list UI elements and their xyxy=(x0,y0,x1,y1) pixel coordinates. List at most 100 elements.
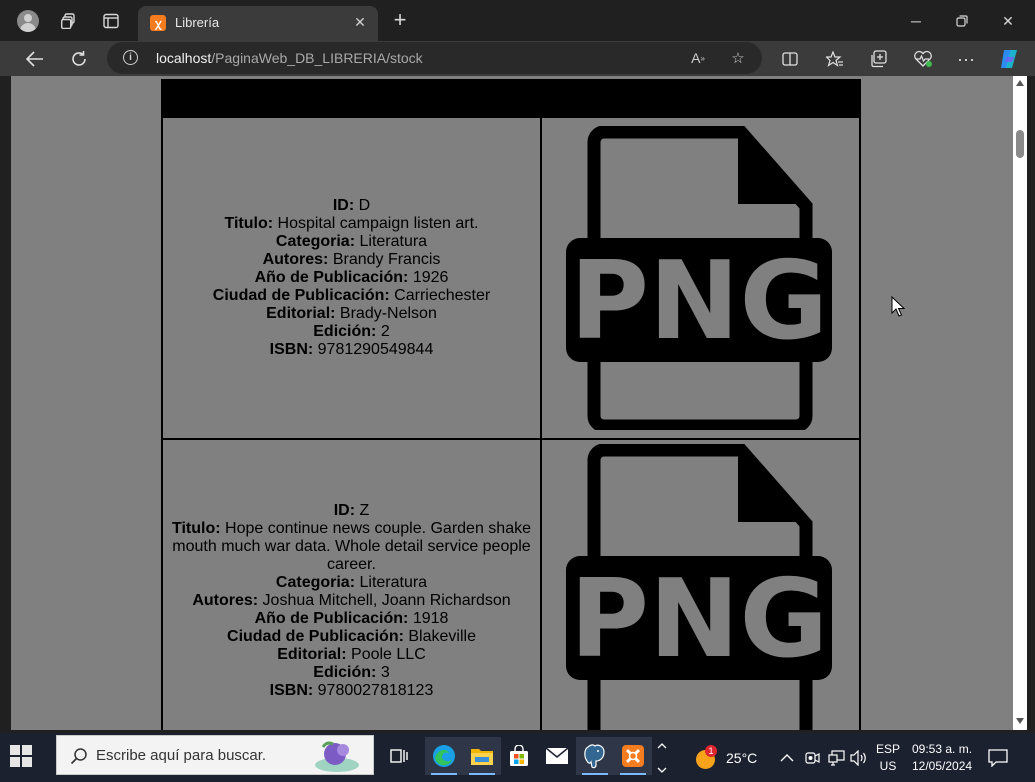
weather-badge: 1 xyxy=(705,744,717,757)
book-id: Z xyxy=(359,502,370,519)
book-city: Carriechester xyxy=(394,287,491,304)
mail-icon[interactable] xyxy=(538,737,576,775)
scroll-down-icon[interactable] xyxy=(1016,718,1024,724)
volume-icon[interactable] xyxy=(850,733,868,782)
show-hidden-icons-icon[interactable] xyxy=(780,733,794,782)
book-image-cell: PNG xyxy=(542,440,859,730)
xampp-favicon-icon: ꭓ xyxy=(150,15,166,31)
favorites-icon[interactable] xyxy=(820,45,850,73)
scrollbar-thumb[interactable] xyxy=(1016,130,1024,158)
xampp-taskbar-icon[interactable] xyxy=(614,737,652,775)
label-categoria: Categoria: xyxy=(275,233,356,250)
postgresql-icon[interactable] xyxy=(576,737,614,775)
label-isbn: ISBN: xyxy=(269,341,314,358)
label-id: ID: xyxy=(332,197,355,214)
label-ciudad: Ciudad de Publicación: xyxy=(227,628,404,645)
browser-essentials-icon[interactable] xyxy=(908,45,938,73)
label-editorial: Editorial: xyxy=(277,646,347,663)
book-image-cell: PNG xyxy=(542,118,859,438)
book-category: Literatura xyxy=(359,233,428,250)
svg-text:PNG: PNG xyxy=(569,557,827,682)
book-isbn: 9781290549844 xyxy=(317,341,434,358)
search-placeholder: Escribe aquí para buscar. xyxy=(96,747,267,764)
edge-taskbar-icon[interactable] xyxy=(425,737,463,775)
minimize-icon[interactable]: ─ xyxy=(893,8,939,34)
weather-widget[interactable]: 1 25°C xyxy=(695,733,757,782)
input-language[interactable]: ESP US xyxy=(876,733,900,782)
refresh-icon[interactable] xyxy=(64,45,94,73)
new-tab-icon[interactable]: + xyxy=(388,9,412,33)
clock[interactable]: 09:53 a. m. 12/05/2024 xyxy=(912,733,972,782)
tab-actions-icon[interactable] xyxy=(98,8,124,34)
book-year: 1918 xyxy=(412,610,449,627)
svg-text:PNG: PNG xyxy=(569,239,827,364)
table-row: ID: D Titulo: Hospital campaign listen a… xyxy=(161,118,861,440)
book-id: D xyxy=(358,197,371,214)
book-city: Blakeville xyxy=(408,628,476,645)
label-titulo: Titulo: xyxy=(171,520,221,537)
close-window-icon[interactable]: ✕ xyxy=(985,8,1031,34)
tab-title: Librería xyxy=(175,15,220,30)
search-highlight-icon xyxy=(315,741,359,772)
book-category: Literatura xyxy=(359,574,428,591)
collections-icon[interactable] xyxy=(864,45,894,73)
vertical-scrollbar[interactable] xyxy=(1013,76,1027,730)
label-categoria: Categoria: xyxy=(275,574,356,591)
book-title: Hospital campaign listen art. xyxy=(277,215,479,232)
tab-close-icon[interactable]: ✕ xyxy=(350,12,370,32)
label-edicion: Edición: xyxy=(313,664,377,681)
book-publisher: Poole LLC xyxy=(351,646,426,663)
address-bar[interactable]: i localhost/PaginaWeb_DB_LIBRERIA/stock … xyxy=(107,42,762,74)
start-windows-icon[interactable] xyxy=(10,745,32,767)
clock-time: 09:53 a. m. xyxy=(912,741,973,756)
label-editorial: Editorial: xyxy=(266,305,336,322)
label-anio: Año de Publicación: xyxy=(254,269,409,286)
book-publisher: Brady-Nelson xyxy=(339,305,437,322)
browser-navbar: i localhost/PaginaWeb_DB_LIBRERIA/stock … xyxy=(0,41,1035,76)
back-icon[interactable] xyxy=(20,45,50,73)
book-edition: 3 xyxy=(380,664,390,681)
favorite-star-icon[interactable]: ☆ xyxy=(727,48,749,68)
restore-icon[interactable] xyxy=(939,8,985,34)
search-icon xyxy=(69,746,89,766)
microsoft-store-icon[interactable] xyxy=(500,737,538,775)
label-isbn: ISBN: xyxy=(269,682,314,699)
png-file-icon: PNG xyxy=(565,444,832,730)
book-isbn: 9780027818123 xyxy=(317,682,434,699)
clock-date: 12/05/2024 xyxy=(912,758,973,773)
profile-avatar[interactable] xyxy=(17,10,39,32)
taskbar-search-box[interactable]: Escribe aquí para buscar. xyxy=(56,735,374,775)
scroll-up-icon[interactable] xyxy=(1016,80,1024,86)
lang-bottom: US xyxy=(879,758,897,773)
page-viewport: ID: D Titulo: Hospital campaign listen a… xyxy=(11,76,1013,730)
network-icon[interactable] xyxy=(828,733,846,782)
browser-titlebar: ꭓ Librería ✕ + ─ ✕ xyxy=(0,0,1035,41)
mouse-cursor-icon xyxy=(891,296,905,317)
task-view-icon[interactable] xyxy=(380,737,418,775)
book-title: Hope continue news couple. Garden shake … xyxy=(172,520,531,573)
site-info-icon[interactable]: i xyxy=(123,50,138,65)
book-edition: 2 xyxy=(380,323,390,340)
label-autores: Autores: xyxy=(192,592,259,609)
taskbar-scroll[interactable] xyxy=(656,733,668,782)
file-explorer-icon[interactable] xyxy=(463,737,501,775)
stock-table: ID: D Titulo: Hospital campaign listen a… xyxy=(161,79,861,730)
table-row: ID: Z Titulo: Hope continue news couple.… xyxy=(161,440,861,730)
workspaces-icon[interactable] xyxy=(56,8,82,34)
copilot-icon[interactable] xyxy=(994,45,1024,73)
lang-top: ESP xyxy=(876,741,901,756)
table-header xyxy=(161,79,861,118)
label-autores: Autores: xyxy=(262,251,329,268)
weather-sun-icon: 1 xyxy=(695,744,717,769)
meet-now-icon[interactable] xyxy=(804,733,820,782)
notifications-icon[interactable] xyxy=(988,733,1008,782)
browser-tab[interactable]: ꭓ Librería ✕ xyxy=(138,6,378,41)
png-file-icon: PNG xyxy=(565,126,832,430)
read-aloud-icon[interactable]: A» xyxy=(687,48,709,68)
split-screen-icon[interactable] xyxy=(775,45,805,73)
windows-taskbar: Escribe aquí para buscar. 1 25°C ESP US … xyxy=(0,733,1035,782)
more-options-icon[interactable]: ··· xyxy=(951,45,981,73)
url-text: localhost/PaginaWeb_DB_LIBRERIA/stock xyxy=(156,50,423,66)
label-edicion: Edición: xyxy=(313,323,377,340)
label-titulo: Titulo: xyxy=(224,215,274,232)
